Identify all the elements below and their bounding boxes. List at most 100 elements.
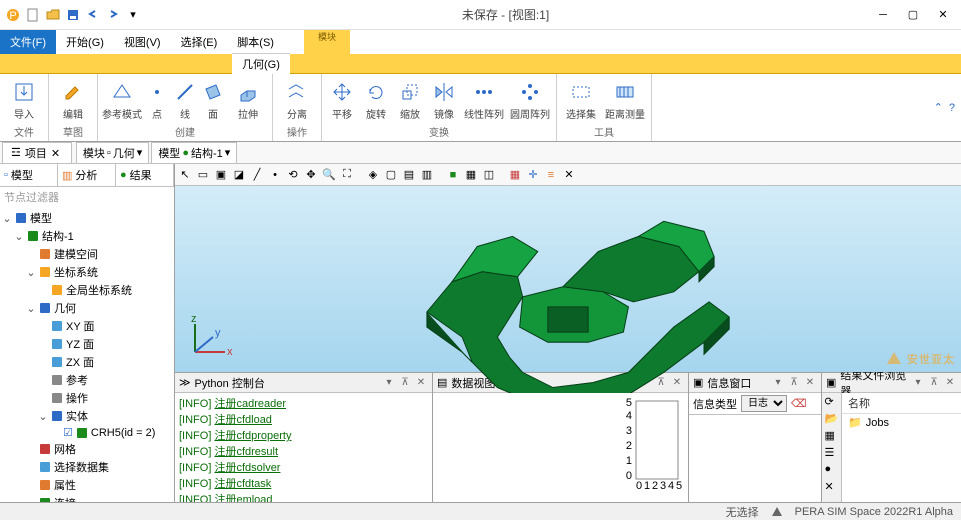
grid-icon[interactable]: ▦	[507, 167, 523, 183]
new-icon[interactable]	[24, 6, 42, 24]
tree-node[interactable]: ⌄结构-1	[2, 227, 172, 245]
svg-text:2: 2	[652, 480, 658, 492]
point-button[interactable]: 点	[144, 76, 170, 124]
ribbon-end-controls: ⌃ ?	[928, 74, 961, 141]
module-tab-group[interactable]: 模块	[304, 30, 350, 54]
cube-icon[interactable]: ▣	[213, 167, 229, 183]
main-area: ▫模型 ▥分析 ●结果 节点过滤器 ⌄模型⌄结构-1建模空间⌄坐标系统全局坐标系…	[0, 164, 961, 502]
refmode-button[interactable]: 参考模式	[102, 76, 142, 124]
bars-icon: ▥	[62, 169, 72, 182]
ribbon-group-sketch: 编辑 草图	[49, 74, 98, 141]
tab-results[interactable]: ●结果	[116, 164, 174, 186]
mirror-button[interactable]: 镜像	[428, 76, 460, 124]
tree-node[interactable]: 选择数据集	[2, 458, 172, 476]
tree-node[interactable]: 参考	[2, 371, 172, 389]
ruler-icon[interactable]: ≡	[543, 167, 559, 183]
axes-icon	[39, 266, 51, 278]
tree-node[interactable]: ⌄模型	[2, 209, 172, 227]
select-box-icon[interactable]: ▭	[195, 167, 211, 183]
project-tab[interactable]: ☲ 项目 ✕	[2, 142, 72, 164]
cube-icon: ▫	[107, 147, 111, 159]
struct-icon	[27, 230, 39, 242]
tree-node[interactable]: ⌄实体	[2, 407, 172, 425]
line-button[interactable]: 线	[172, 76, 198, 124]
tree-node[interactable]: YZ 面	[2, 335, 172, 353]
vertex-icon[interactable]: •	[267, 167, 283, 183]
redo-icon[interactable]	[104, 6, 122, 24]
menu-script[interactable]: 脚本(S)	[227, 30, 284, 54]
menu-select[interactable]: 选择(E)	[171, 30, 228, 54]
extrude-button[interactable]: 拉伸	[228, 76, 268, 124]
tree-node[interactable]: 全局坐标系统	[2, 281, 172, 299]
snap-icon[interactable]: ✕	[561, 167, 577, 183]
translate-button[interactable]: 平移	[326, 76, 358, 124]
tree-node[interactable]: ☑CRH5(id = 2)	[2, 425, 172, 440]
front-icon[interactable]: ▢	[383, 167, 399, 183]
axes-icon[interactable]: ✛	[525, 167, 541, 183]
tree-node[interactable]: 建模空间	[2, 245, 172, 263]
edit-button[interactable]: 编辑	[53, 76, 93, 124]
status-version: PERA SIM Space 2022R1 Alpha	[795, 506, 953, 518]
breadcrumb-module[interactable]: 模块▫几何▾	[76, 142, 149, 164]
open-icon[interactable]	[44, 6, 62, 24]
shade-icon[interactable]: ■	[445, 167, 461, 183]
model-icon	[15, 212, 27, 224]
pan-icon[interactable]: ✥	[303, 167, 319, 183]
ribbon-help-icon[interactable]: ?	[949, 102, 955, 114]
iso-icon[interactable]: ◈	[365, 167, 381, 183]
tree-node[interactable]: 网格	[2, 440, 172, 458]
dot-icon[interactable]: ●	[825, 463, 839, 477]
tree-node[interactable]: ⌄几何	[2, 299, 172, 317]
dataview-body: 0 1 2 3 4 5 012345	[433, 393, 688, 502]
tree-node[interactable]: 连接	[2, 494, 172, 502]
zoom-icon[interactable]: 🔍	[321, 167, 337, 183]
scale-button[interactable]: 缩放	[394, 76, 426, 124]
tab-analysis[interactable]: ▥分析	[58, 164, 116, 186]
file-menu[interactable]: 文件(F)	[0, 30, 56, 54]
triad-icon: z x y	[185, 312, 235, 362]
x-icon[interactable]: ✕	[825, 480, 839, 494]
minimize-button[interactable]: ─	[869, 4, 897, 26]
side-icon[interactable]: ▥	[419, 167, 435, 183]
maximize-button[interactable]: ▢	[899, 4, 927, 26]
hidden-icon[interactable]: ◫	[481, 167, 497, 183]
distance-button[interactable]: 距离测量	[603, 76, 647, 124]
tree-node[interactable]: 属性	[2, 476, 172, 494]
rotate-button[interactable]: 旋转	[360, 76, 392, 124]
wire-icon[interactable]: ▦	[463, 167, 479, 183]
fit-icon[interactable]: ⛶	[339, 167, 355, 183]
face-icon[interactable]: ◪	[231, 167, 247, 183]
face-button[interactable]: 面	[200, 76, 226, 124]
edge-icon[interactable]: ╱	[249, 167, 265, 183]
tree-node[interactable]: 操作	[2, 389, 172, 407]
list-icon: ☲	[11, 146, 21, 159]
rotate-icon[interactable]: ⟲	[285, 167, 301, 183]
ribbon-minimize-icon[interactable]: ⌃	[934, 101, 943, 114]
import-button[interactable]: 导入	[4, 76, 44, 124]
menu-start[interactable]: 开始(G)	[56, 30, 114, 54]
breadcrumb-model[interactable]: 模型●结构-1▾	[151, 142, 237, 164]
tab-geometry[interactable]: 几何(G)	[232, 53, 290, 74]
close-icon[interactable]: ✕	[51, 147, 63, 159]
list-icon[interactable]: ☰	[825, 446, 839, 460]
circular-array-button[interactable]: 圆周阵列	[508, 76, 552, 124]
linear-array-button[interactable]: 线性阵列	[462, 76, 506, 124]
tree-node[interactable]: ⌄坐标系统	[2, 263, 172, 281]
tree-node[interactable]: ZX 面	[2, 353, 172, 371]
tab-model[interactable]: ▫模型	[0, 164, 58, 186]
tree-filter[interactable]: 节点过滤器	[0, 187, 174, 207]
split-button[interactable]: 分离	[277, 76, 317, 124]
close-button[interactable]: ✕	[929, 4, 957, 26]
chevron-down-icon[interactable]: ▾	[124, 6, 142, 24]
tree-node[interactable]: XY 面	[2, 317, 172, 335]
ribbon-group-tools: 选择集 距离测量 工具	[557, 74, 652, 141]
svg-text:0: 0	[636, 480, 642, 492]
3d-viewport[interactable]: z x y 安世亚太	[175, 186, 961, 372]
model-tree[interactable]: ⌄模型⌄结构-1建模空间⌄坐标系统全局坐标系统⌄几何XY 面YZ 面ZX 面参考…	[0, 207, 174, 502]
cursor-icon[interactable]: ↖	[177, 167, 193, 183]
menu-view[interactable]: 视图(V)	[114, 30, 171, 54]
top-icon[interactable]: ▤	[401, 167, 417, 183]
undo-icon[interactable]	[84, 6, 102, 24]
save-icon[interactable]	[64, 6, 82, 24]
selset-button[interactable]: 选择集	[561, 76, 601, 124]
